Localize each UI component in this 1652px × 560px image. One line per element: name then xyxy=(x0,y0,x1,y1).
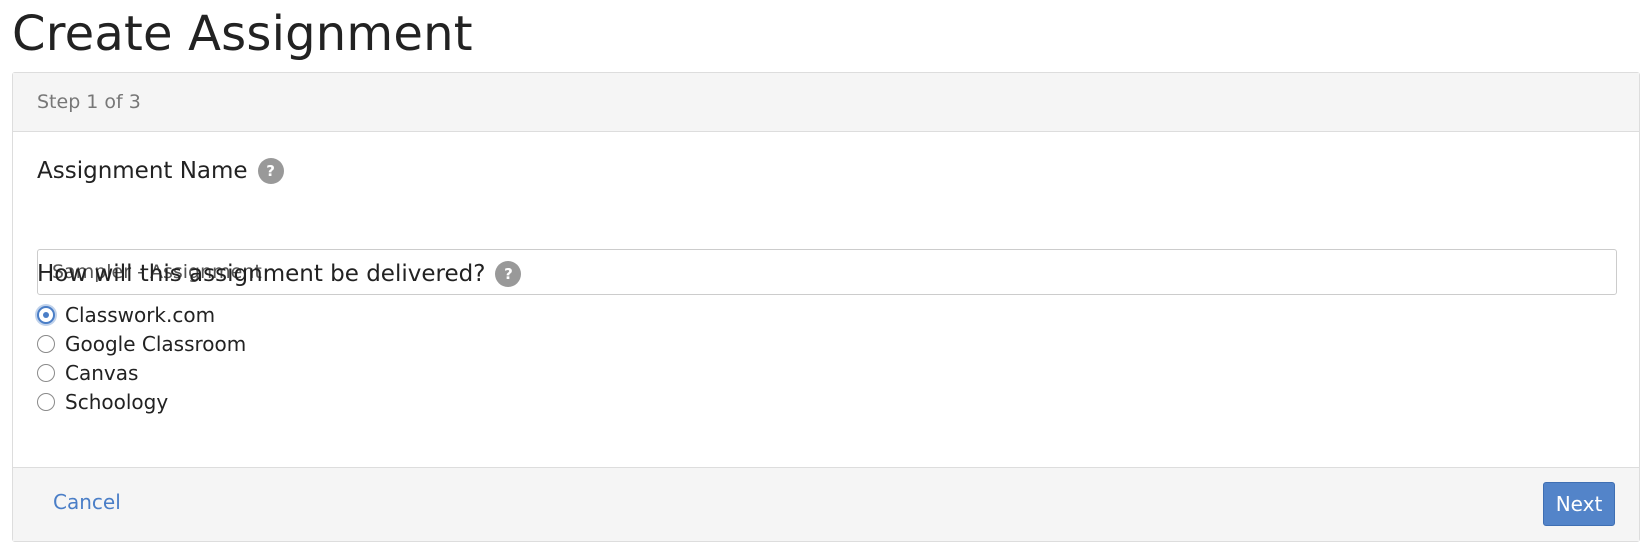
cancel-link[interactable]: Cancel xyxy=(53,490,121,514)
assignment-wizard-panel: Step 1 of 3 Assignment Name ? How will t… xyxy=(12,72,1640,542)
assignment-name-label: Assignment Name ? xyxy=(37,156,284,186)
delivery-option-google-classroom[interactable]: Google Classroom xyxy=(37,329,246,358)
page-title: Create Assignment xyxy=(12,6,473,62)
wizard-body: Assignment Name ? How will this assignme… xyxy=(13,132,1639,468)
assignment-name-label-text: Assignment Name xyxy=(37,158,248,184)
delivery-option-canvas[interactable]: Canvas xyxy=(37,358,246,387)
delivery-options: Classwork.com Google Classroom Canvas Sc… xyxy=(37,300,246,416)
delivery-method-label-text: How will this assignment be delivered? xyxy=(37,261,486,287)
radio-button-selected[interactable] xyxy=(37,305,55,324)
create-assignment-page: Create Assignment Step 1 of 3 Assignment… xyxy=(0,0,1652,560)
help-icon[interactable]: ? xyxy=(257,158,284,184)
radio-button[interactable] xyxy=(37,392,55,411)
wizard-footer: Cancel Next xyxy=(13,467,1639,541)
delivery-option-label: Classwork.com xyxy=(65,302,216,327)
wizard-header: Step 1 of 3 xyxy=(13,73,1639,132)
delivery-option-label: Google Classroom xyxy=(65,331,247,356)
delivery-option-label: Schoology xyxy=(65,389,169,414)
radio-button[interactable] xyxy=(37,334,55,353)
delivery-option-schoology[interactable]: Schoology xyxy=(37,387,246,416)
help-icon[interactable]: ? xyxy=(495,261,522,287)
radio-button[interactable] xyxy=(37,363,55,382)
delivery-option-classwork[interactable]: Classwork.com xyxy=(37,300,246,329)
step-indicator: Step 1 of 3 xyxy=(37,91,141,113)
delivery-method-label: How will this assignment be delivered? ? xyxy=(37,259,522,289)
delivery-option-label: Canvas xyxy=(65,360,139,385)
next-button[interactable]: Next xyxy=(1543,482,1615,526)
